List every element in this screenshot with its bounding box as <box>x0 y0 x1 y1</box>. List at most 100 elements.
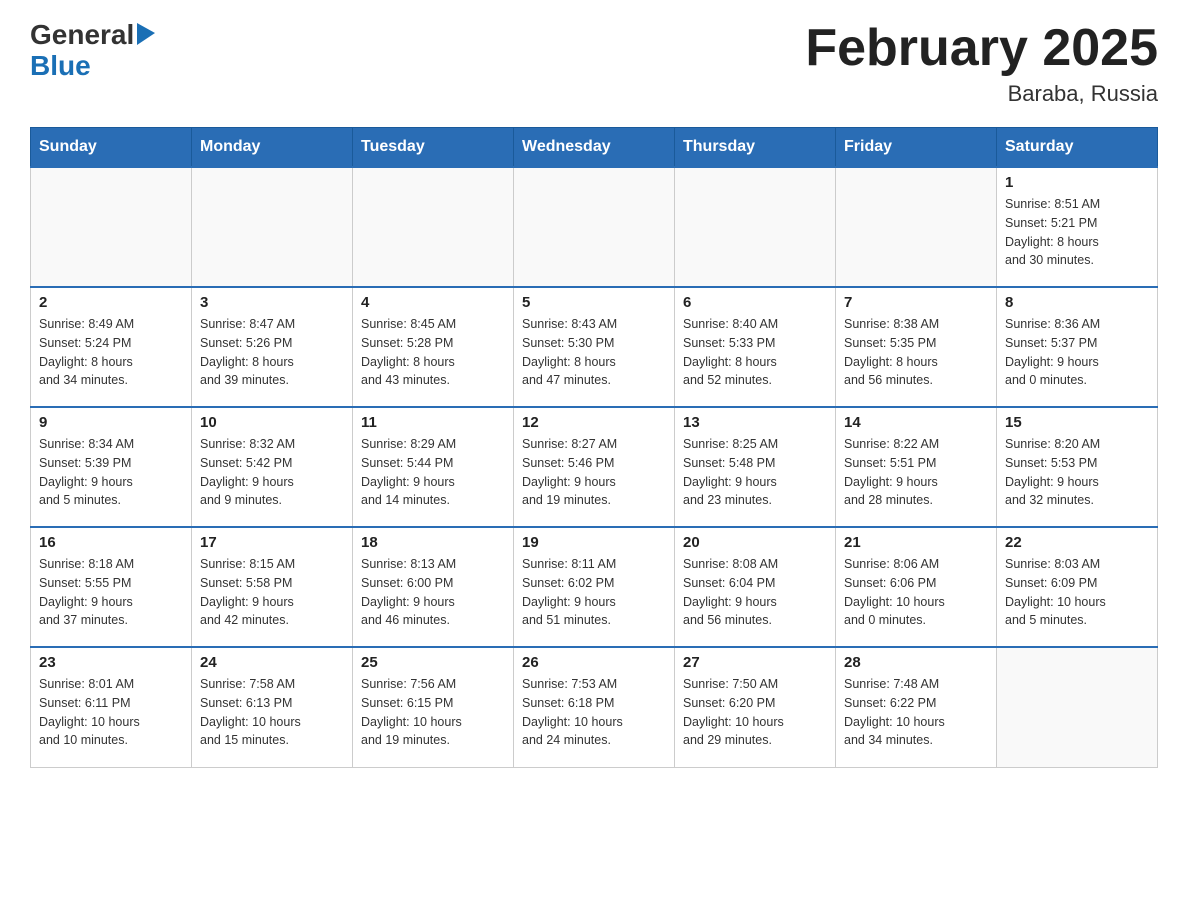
day-number: 23 <box>39 654 183 671</box>
day-info: Sunrise: 8:13 AM Sunset: 6:00 PM Dayligh… <box>361 557 456 627</box>
day-number: 12 <box>522 414 666 431</box>
calendar-cell: 6 Sunrise: 8:40 AM Sunset: 5:33 PM Daylig… <box>675 287 836 407</box>
calendar-cell: 12 Sunrise: 8:27 AM Sunset: 5:46 PM Dayli… <box>514 407 675 527</box>
calendar-cell: 27 Sunrise: 7:50 AM Sunset: 6:20 PM Dayli… <box>675 647 836 767</box>
calendar-cell <box>836 167 997 287</box>
day-info: Sunrise: 8:25 AM Sunset: 5:48 PM Dayligh… <box>683 437 778 507</box>
calendar-cell: 17 Sunrise: 8:15 AM Sunset: 5:58 PM Dayli… <box>192 527 353 647</box>
calendar-cell: 23 Sunrise: 8:01 AM Sunset: 6:11 PM Dayli… <box>31 647 192 767</box>
calendar-cell <box>31 167 192 287</box>
day-number: 26 <box>522 654 666 671</box>
day-info: Sunrise: 8:34 AM Sunset: 5:39 PM Dayligh… <box>39 437 134 507</box>
day-number: 15 <box>1005 414 1149 431</box>
day-number: 21 <box>844 534 988 551</box>
day-number: 2 <box>39 294 183 311</box>
week-row-3: 9 Sunrise: 8:34 AM Sunset: 5:39 PM Daylig… <box>31 407 1158 527</box>
day-info: Sunrise: 8:03 AM Sunset: 6:09 PM Dayligh… <box>1005 557 1106 627</box>
day-header-wednesday: Wednesday <box>514 128 675 168</box>
calendar-title: February 2025 <box>805 20 1158 77</box>
day-header-friday: Friday <box>836 128 997 168</box>
day-info: Sunrise: 8:11 AM Sunset: 6:02 PM Dayligh… <box>522 557 616 627</box>
calendar-cell: 13Sunrise: 8:25 AM Sunset: 5:48 PM Dayli… <box>675 407 836 527</box>
calendar-cell: 10Sunrise: 8:32 AM Sunset: 5:42 PM Dayli… <box>192 407 353 527</box>
day-number: 9 <box>39 414 183 431</box>
week-row-2: 2 Sunrise: 8:49 AM Sunset: 5:24 PM Daylig… <box>31 287 1158 407</box>
page-header: General Blue February 2025 Baraba, Russi… <box>30 20 1158 107</box>
day-info: Sunrise: 8:06 AM Sunset: 6:06 PM Dayligh… <box>844 557 945 627</box>
day-info: Sunrise: 8:18 AM Sunset: 5:55 PM Dayligh… <box>39 557 134 627</box>
day-number: 6 <box>683 294 827 311</box>
day-header-saturday: Saturday <box>997 128 1158 168</box>
week-row-1: 1 Sunrise: 8:51 AM Sunset: 5:21 PM Daylig… <box>31 167 1158 287</box>
day-info: Sunrise: 7:48 AM Sunset: 6:22 PM Dayligh… <box>844 677 945 747</box>
calendar-cell: 14Sunrise: 8:22 AM Sunset: 5:51 PM Dayli… <box>836 407 997 527</box>
day-info: Sunrise: 7:58 AM Sunset: 6:13 PM Dayligh… <box>200 677 301 747</box>
day-info: Sunrise: 8:08 AM Sunset: 6:04 PM Dayligh… <box>683 557 778 627</box>
calendar-cell: 5Sunrise: 8:43 AM Sunset: 5:30 PM Daylig… <box>514 287 675 407</box>
calendar-cell: 21 Sunrise: 8:06 AM Sunset: 6:06 PM Dayli… <box>836 527 997 647</box>
calendar-cell: 24 Sunrise: 7:58 AM Sunset: 6:13 PM Dayli… <box>192 647 353 767</box>
day-info: Sunrise: 8:15 AM Sunset: 5:58 PM Dayligh… <box>200 557 295 627</box>
calendar-cell: 2 Sunrise: 8:49 AM Sunset: 5:24 PM Daylig… <box>31 287 192 407</box>
calendar-cell: 1 Sunrise: 8:51 AM Sunset: 5:21 PM Daylig… <box>997 167 1158 287</box>
day-number: 27 <box>683 654 827 671</box>
day-info: Sunrise: 7:56 AM Sunset: 6:15 PM Dayligh… <box>361 677 462 747</box>
day-number: 20 <box>683 534 827 551</box>
day-info: Sunrise: 8:36 AM Sunset: 5:37 PM Dayligh… <box>1005 317 1100 387</box>
day-number: 28 <box>844 654 988 671</box>
calendar-cell: 25 Sunrise: 7:56 AM Sunset: 6:15 PM Dayli… <box>353 647 514 767</box>
calendar-cell: 4 Sunrise: 8:45 AM Sunset: 5:28 PM Daylig… <box>353 287 514 407</box>
calendar-header: SundayMondayTuesdayWednesdayThursdayFrid… <box>31 128 1158 168</box>
calendar-cell <box>675 167 836 287</box>
day-info: Sunrise: 8:38 AM Sunset: 5:35 PM Dayligh… <box>844 317 939 387</box>
calendar-cell: 28 Sunrise: 7:48 AM Sunset: 6:22 PM Dayli… <box>836 647 997 767</box>
calendar-cell <box>997 647 1158 767</box>
day-info: Sunrise: 8:49 AM Sunset: 5:24 PM Dayligh… <box>39 317 134 387</box>
week-row-4: 16Sunrise: 8:18 AM Sunset: 5:55 PM Dayli… <box>31 527 1158 647</box>
day-info: Sunrise: 8:01 AM Sunset: 6:11 PM Dayligh… <box>39 677 140 747</box>
day-header-thursday: Thursday <box>675 128 836 168</box>
calendar-cell: 8Sunrise: 8:36 AM Sunset: 5:37 PM Daylig… <box>997 287 1158 407</box>
days-of-week-row: SundayMondayTuesdayWednesdayThursdayFrid… <box>31 128 1158 168</box>
day-info: Sunrise: 8:32 AM Sunset: 5:42 PM Dayligh… <box>200 437 295 507</box>
day-info: Sunrise: 8:45 AM Sunset: 5:28 PM Dayligh… <box>361 317 456 387</box>
day-info: Sunrise: 8:27 AM Sunset: 5:46 PM Dayligh… <box>522 437 617 507</box>
day-info: Sunrise: 8:43 AM Sunset: 5:30 PM Dayligh… <box>522 317 617 387</box>
calendar-table: SundayMondayTuesdayWednesdayThursdayFrid… <box>30 127 1158 768</box>
day-number: 25 <box>361 654 505 671</box>
day-number: 7 <box>844 294 988 311</box>
day-number: 4 <box>361 294 505 311</box>
day-header-sunday: Sunday <box>31 128 192 168</box>
day-info: Sunrise: 8:20 AM Sunset: 5:53 PM Dayligh… <box>1005 437 1100 507</box>
day-number: 11 <box>361 414 505 431</box>
day-number: 18 <box>361 534 505 551</box>
day-number: 1 <box>1005 174 1149 191</box>
day-number: 3 <box>200 294 344 311</box>
calendar-cell: 22 Sunrise: 8:03 AM Sunset: 6:09 PM Dayli… <box>997 527 1158 647</box>
calendar-cell <box>514 167 675 287</box>
calendar-cell: 20 Sunrise: 8:08 AM Sunset: 6:04 PM Dayli… <box>675 527 836 647</box>
calendar-cell: 18 Sunrise: 8:13 AM Sunset: 6:00 PM Dayli… <box>353 527 514 647</box>
logo-general-text: General <box>30 20 134 51</box>
day-header-tuesday: Tuesday <box>353 128 514 168</box>
day-info: Sunrise: 7:50 AM Sunset: 6:20 PM Dayligh… <box>683 677 784 747</box>
logo-blue-text: Blue <box>30 51 91 82</box>
calendar-cell: 3Sunrise: 8:47 AM Sunset: 5:26 PM Daylig… <box>192 287 353 407</box>
calendar-cell: 11 Sunrise: 8:29 AM Sunset: 5:44 PM Dayli… <box>353 407 514 527</box>
logo-triangle-icon <box>137 23 155 45</box>
calendar-cell: 26 Sunrise: 7:53 AM Sunset: 6:18 PM Dayli… <box>514 647 675 767</box>
calendar-cell: 9 Sunrise: 8:34 AM Sunset: 5:39 PM Daylig… <box>31 407 192 527</box>
day-info: Sunrise: 7:53 AM Sunset: 6:18 PM Dayligh… <box>522 677 623 747</box>
day-number: 17 <box>200 534 344 551</box>
day-info: Sunrise: 8:51 AM Sunset: 5:21 PM Dayligh… <box>1005 197 1100 267</box>
week-row-5: 23 Sunrise: 8:01 AM Sunset: 6:11 PM Dayli… <box>31 647 1158 767</box>
day-info: Sunrise: 8:29 AM Sunset: 5:44 PM Dayligh… <box>361 437 456 507</box>
day-info: Sunrise: 8:40 AM Sunset: 5:33 PM Dayligh… <box>683 317 778 387</box>
day-number: 24 <box>200 654 344 671</box>
calendar-cell: 15 Sunrise: 8:20 AM Sunset: 5:53 PM Dayli… <box>997 407 1158 527</box>
day-number: 22 <box>1005 534 1149 551</box>
day-number: 19 <box>522 534 666 551</box>
calendar-subtitle: Baraba, Russia <box>805 81 1158 107</box>
day-header-monday: Monday <box>192 128 353 168</box>
logo: General Blue <box>30 20 155 82</box>
